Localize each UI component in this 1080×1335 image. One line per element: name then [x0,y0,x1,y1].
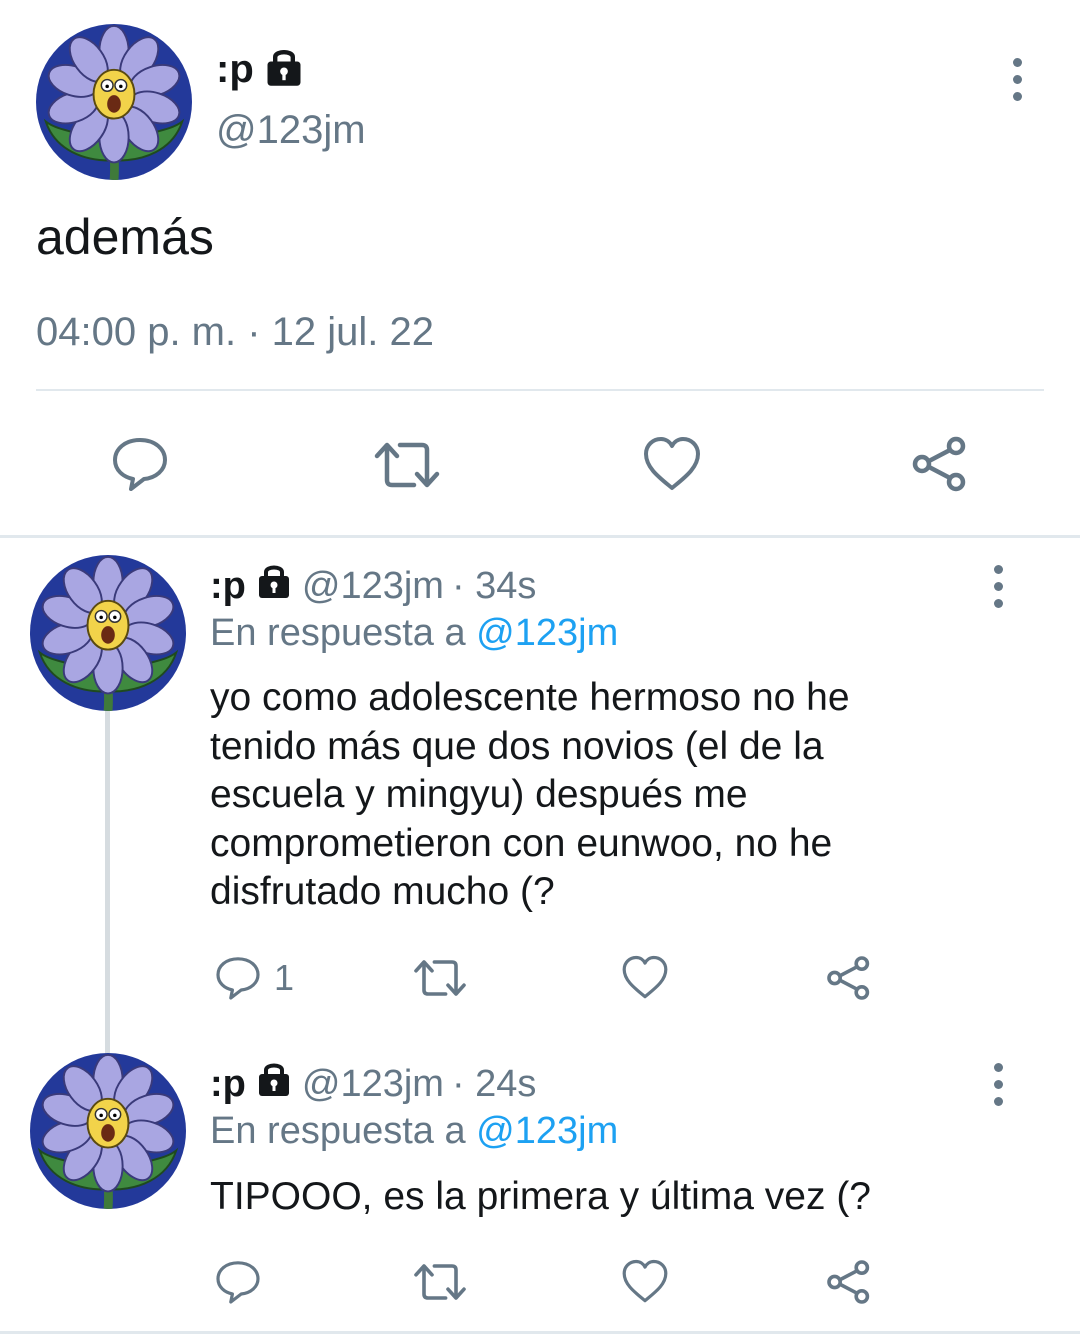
avatar[interactable] [30,1053,186,1209]
mention-link[interactable]: @123jm [476,1110,618,1152]
avatar[interactable] [36,24,192,180]
retweet-icon[interactable] [412,1262,468,1302]
reply-icon[interactable] [214,1258,262,1306]
reply-context: En respuesta a @123jm [210,1110,618,1153]
section-divider [0,535,1080,538]
more-vertical-icon[interactable] [1007,58,1027,101]
thread-line [105,705,110,1055]
heart-icon[interactable] [642,436,702,492]
timestamp[interactable]: 04:00 p. m. · 12 jul. 22 [36,310,434,355]
reply-action[interactable] [214,1258,274,1306]
share-icon[interactable] [910,434,970,494]
reply-count: 1 [274,957,295,998]
text-line: tenido más que dos novios (el de la [210,724,824,768]
tweet-text: además [36,209,214,265]
text-line: disfrutado mucho (? [210,870,555,913]
reply-prefix: En respuesta a [210,612,466,654]
display-name[interactable]: :p [210,1063,246,1106]
text-line: comprometieron con eunwoo, no he [210,821,833,865]
mention-link[interactable]: @123jm [476,612,618,654]
reply-prefix: En respuesta a [210,1110,466,1152]
reply-context: En respuesta a @123jm [210,612,618,655]
retweet-icon[interactable] [412,958,468,998]
lock-icon [262,45,306,94]
retweet-icon[interactable] [372,440,442,490]
share-icon[interactable] [825,1258,873,1306]
tweet-text: yo como adolescente hermoso no he tenido… [210,674,1050,917]
reply-icon[interactable] [110,434,170,494]
divider [36,389,1044,391]
reply-icon[interactable] [214,954,262,1002]
handle[interactable]: @123jm [302,565,444,608]
handle[interactable]: @123jm [302,1063,444,1106]
reply-header: :p @123jm · 34s [210,562,536,610]
tweet-age[interactable]: · 24s [452,1063,536,1106]
reply-header: :p @123jm · 24s [210,1060,536,1108]
share-icon[interactable] [825,954,873,1002]
text-line: TIPOOO, es la primera y última vez (? [210,1175,872,1218]
display-name[interactable]: :p [210,565,246,608]
more-vertical-icon[interactable] [988,565,1008,608]
tweet-age[interactable]: · 34s [452,565,536,608]
avatar[interactable] [30,555,186,711]
lock-icon [254,1059,294,1109]
more-vertical-icon[interactable] [988,1063,1008,1106]
text-line: escuela y mingyu) después me [210,773,748,816]
author-row: :p [216,44,306,94]
text-line: yo como adolescente hermoso no he [210,676,850,719]
lock-icon [254,561,294,611]
handle[interactable]: @123jm [216,108,366,153]
bottom-divider [0,1331,1080,1334]
heart-icon[interactable] [621,1259,669,1304]
reply-action[interactable]: 1 [214,954,294,1002]
heart-icon[interactable] [621,955,669,1000]
display-name[interactable]: :p [216,47,254,92]
tweet-text: TIPOOO, es la primera y última vez (? [210,1173,1070,1221]
